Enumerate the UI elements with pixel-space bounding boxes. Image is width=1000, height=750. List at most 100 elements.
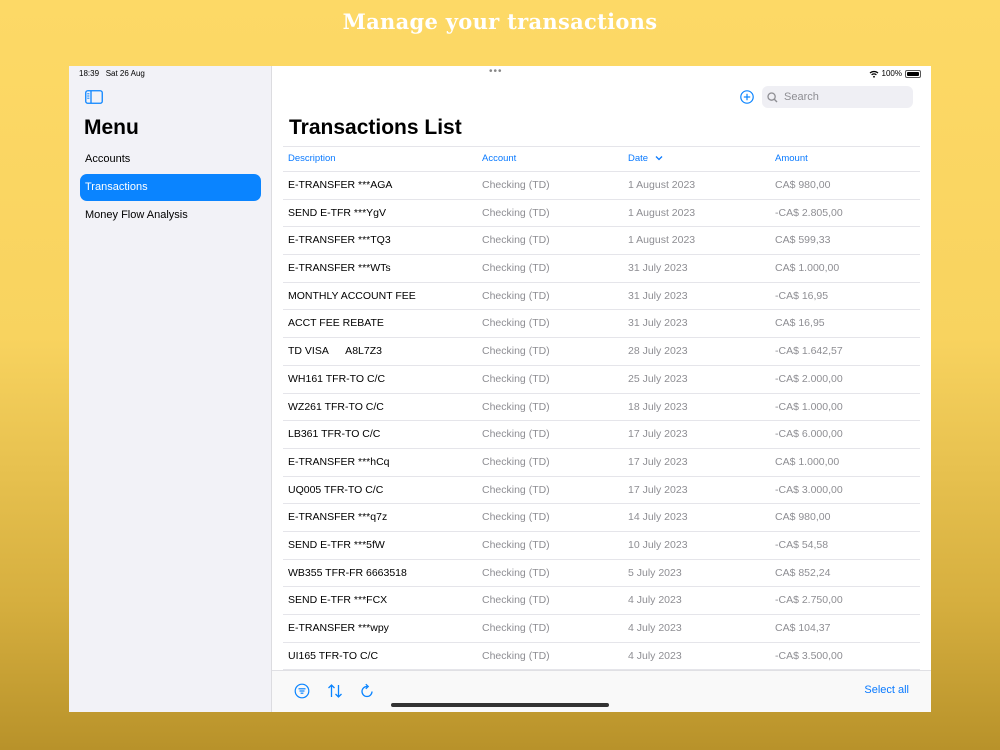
cell-account: Checking (TD) [482, 622, 550, 634]
sidebar-item-money-flow-analysis[interactable]: Money Flow Analysis [80, 202, 261, 229]
sidebar-toggle-icon[interactable] [85, 90, 103, 104]
cell-account: Checking (TD) [482, 428, 550, 441]
sidebar-item-accounts[interactable]: Accounts [80, 146, 261, 173]
cell-date: 1 August 2023 [628, 179, 696, 191]
search-icon [767, 91, 778, 102]
cell-description: WH161 TFR-TO C/C [288, 372, 386, 385]
cell-account: Checking (TD) [482, 234, 550, 247]
cell-date: 14 July 2023 [628, 511, 688, 524]
cell-description: MONTHLY ACCOUNT FEE [288, 289, 416, 302]
cell-description: E-TRANSFER ***WTs [288, 262, 391, 275]
cell-description: SEND E-TFR ***FCX [288, 594, 388, 607]
table-row[interactable]: E-TRANSFER ***q7z Checking (TD) 14 July 20… [283, 504, 920, 532]
table-row[interactable]: SEND E-TFR ***5fW Checking (TD) 10 July 20… [283, 532, 920, 560]
cell-account: Checking (TD) [482, 400, 550, 413]
main-panel: 100% Transactions List Description Accou… [272, 66, 931, 712]
sidebar-item-transactions[interactable]: Transactions [80, 174, 261, 201]
search-field[interactable] [762, 86, 913, 108]
cell-date: 4 July 2023 [628, 649, 682, 662]
table-row[interactable]: E-TRANSFER ***hCq Checking (TD) 17 July 20… [283, 449, 920, 477]
cell-amount: -CA$ 54,58 [775, 538, 829, 551]
filter-icon[interactable] [294, 683, 310, 699]
column-header-account[interactable]: Account [482, 147, 516, 171]
column-header-date[interactable]: Date [628, 147, 663, 171]
table-row[interactable]: WB355 TFR-FR 6663518 Checking (TD) 5 July … [283, 560, 920, 588]
cell-account: Checking (TD) [482, 206, 550, 219]
cell-amount: -CA$ 2.750,00 [775, 594, 843, 607]
cell-description: SEND E-TFR ***5fW [288, 538, 385, 551]
cell-date: 4 July 2023 [628, 622, 682, 634]
cell-account: Checking (TD) [482, 649, 550, 662]
promo-headline: Manage your transactions [342, 9, 658, 34]
table-row[interactable]: SEND E-TFR ***FCX Checking (TD) 4 July 202… [283, 587, 920, 615]
status-date: Sat 26 Aug [105, 69, 145, 78]
table-row[interactable]: TD VISA A8L7Z3 Checking (TD) 28 July 2023 -… [283, 338, 920, 366]
cell-account: Checking (TD) [482, 538, 550, 551]
cell-description: E-TRANSFER ***wpy [288, 622, 389, 634]
cell-amount: CA$ 1.000,00 [775, 262, 840, 275]
table-row[interactable]: ACCT FEE REBATE Checking (TD) 31 July 2023… [283, 310, 920, 339]
cell-amount: -CA$ 1.642,57 [775, 345, 843, 358]
status-indicators: 100% [869, 69, 921, 78]
cell-amount: CA$ 1.000,00 [775, 455, 840, 468]
cell-description: ACCT FEE REBATE [288, 317, 384, 330]
cell-date: 31 July 2023 [628, 289, 688, 302]
cell-account: Checking (TD) [482, 262, 550, 275]
cell-account: Checking (TD) [482, 566, 550, 579]
cell-description: TD VISA A8L7Z3 [288, 345, 382, 358]
table-row[interactable]: E-TRANSFER ***AGA Checking (TD) 1 August 2… [283, 172, 920, 200]
cell-amount: CA$ 980,00 [775, 511, 831, 524]
table-row[interactable]: WH161 TFR-TO C/C Checking (TD) 25 July 202… [283, 366, 920, 394]
select-all-button[interactable]: Select all [864, 684, 909, 696]
cell-amount: CA$ 104,37 [775, 622, 831, 634]
cell-description: E-TRANSFER ***q7z [288, 511, 388, 524]
column-header-amount[interactable]: Amount [775, 147, 808, 171]
cell-description: LB361 TFR-TO C/C [288, 428, 381, 441]
add-transaction-icon[interactable] [740, 90, 754, 104]
column-header-description[interactable]: Description [288, 147, 336, 171]
cell-amount: -CA$ 6.000,00 [775, 428, 843, 441]
table-row[interactable]: E-TRANSFER ***WTs Checking (TD) 31 July 20… [283, 255, 920, 283]
cell-date: 1 August 2023 [628, 206, 696, 219]
cell-amount: CA$ 599,33 [775, 234, 831, 247]
ipad-screen: 18:39 Sat 26 Aug Menu Accounts Transacti… [69, 66, 931, 712]
status-clock: 18:39 [79, 69, 100, 78]
refresh-icon[interactable] [359, 683, 375, 699]
cell-account: Checking (TD) [482, 345, 550, 358]
cell-date: 31 July 2023 [628, 262, 688, 275]
cell-description: WZ261 TFR-TO C/C [288, 400, 384, 413]
battery-icon [905, 69, 921, 78]
table-row[interactable]: E-TRANSFER ***wpy Checking (TD) 4 July 202… [283, 615, 920, 643]
cell-description: UI165 TFR-TO C/C [288, 649, 379, 662]
cell-date: 17 July 2023 [628, 428, 688, 441]
search-input[interactable] [782, 90, 906, 104]
cell-amount: -CA$ 3.000,00 [775, 483, 843, 496]
table-row[interactable]: E-TRANSFER ***TQ3 Checking (TD) 1 August 2… [283, 227, 920, 256]
table-header: Description Account Date Amount [283, 146, 920, 172]
cell-date: 18 July 2023 [628, 400, 688, 413]
table-row[interactable]: UQ005 TFR-TO C/C Checking (TD) 17 July 202… [283, 477, 920, 505]
sidebar-title: Menu [84, 116, 139, 139]
sort-arrows-icon[interactable] [327, 683, 343, 699]
table-row[interactable]: LB361 TFR-TO C/C Checking (TD) 17 July 202… [283, 421, 920, 449]
cell-date: 10 July 2023 [628, 538, 688, 551]
home-indicator[interactable] [391, 703, 609, 707]
cell-amount: -CA$ 2.805,00 [775, 206, 843, 219]
wifi-icon [869, 70, 878, 78]
cell-date: 25 July 2023 [628, 372, 688, 385]
cell-account: Checking (TD) [482, 289, 550, 302]
cell-amount: CA$ 980,00 [775, 179, 831, 191]
table-row[interactable]: MONTHLY ACCOUNT FEE Checking (TD) 31 July … [283, 283, 920, 311]
status-time: 18:39 Sat 26 Aug [79, 69, 145, 78]
sort-chevron-down-icon [655, 156, 663, 161]
cell-amount: -CA$ 2.000,00 [775, 372, 843, 385]
table-row[interactable]: SEND E-TFR ***YgV Checking (TD) 1 August 2… [283, 200, 920, 228]
cell-account: Checking (TD) [482, 372, 550, 385]
sidebar-item-label: Accounts [85, 153, 131, 165]
cell-amount: CA$ 16,95 [775, 317, 825, 330]
sidebar-item-label: Transactions [85, 181, 148, 193]
cell-account: Checking (TD) [482, 511, 550, 524]
table-row[interactable]: WZ261 TFR-TO C/C Checking (TD) 18 July 202… [283, 394, 920, 422]
cell-account: Checking (TD) [482, 594, 550, 607]
table-row[interactable]: UI165 TFR-TO C/C Checking (TD) 4 July 2023… [283, 643, 920, 671]
